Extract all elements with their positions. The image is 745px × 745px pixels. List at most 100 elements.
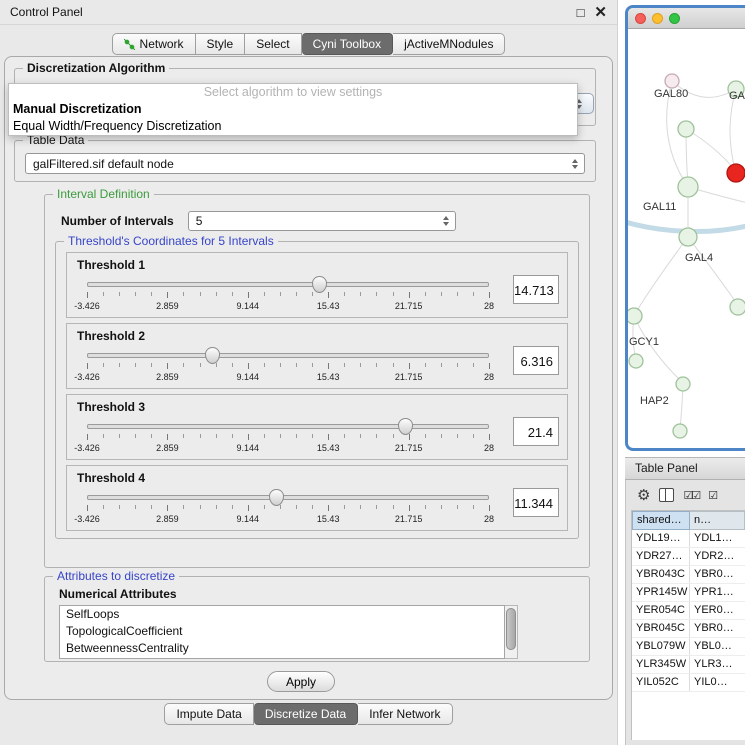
- tab-label: Discretize Data: [265, 707, 346, 721]
- table-row[interactable]: YPR145WYPR1…: [632, 584, 745, 602]
- table-row[interactable]: YER054CYER0…: [632, 602, 745, 620]
- table-row[interactable]: YIL052CYIL0…: [632, 674, 745, 692]
- table-body: YDL19…YDL1…YDR27…YDR2…YBR043CYBR0…YPR145…: [632, 530, 745, 692]
- algorithm-option[interactable]: Manual Discretization: [9, 101, 577, 118]
- combo-stepper-icon: [443, 216, 455, 226]
- tab-label: jActiveMNodules: [404, 37, 493, 51]
- tab-impute-data[interactable]: Impute Data: [164, 703, 253, 725]
- table-row[interactable]: YDR27…YDR2…: [632, 548, 745, 566]
- svg-text:GCY1: GCY1: [629, 336, 659, 348]
- table-row[interactable]: YLR345WYLR3…: [632, 656, 745, 674]
- tab-cyni-toolbox[interactable]: Cyni Toolbox: [302, 33, 393, 55]
- column-header[interactable]: n…: [690, 511, 745, 530]
- num-intervals-combo[interactable]: 5: [188, 211, 456, 231]
- dropdown-placeholder: Select algorithm to view settings: [9, 84, 577, 101]
- slider-scale: -3.4262.8599.14415.4321.71528: [87, 514, 489, 525]
- threshold-slider[interactable]: -3.4262.8599.14415.4321.71528: [75, 417, 501, 457]
- list-item[interactable]: BetweennessCentrality: [60, 640, 504, 657]
- close-traffic-light-icon[interactable]: [635, 13, 646, 24]
- algorithm-option[interactable]: Equal Width/Frequency Discretization: [9, 118, 577, 135]
- list-item[interactable]: SelfLoops: [60, 606, 504, 623]
- svg-text:GAL11: GAL11: [643, 201, 676, 213]
- selected-network-node[interactable]: [727, 164, 745, 182]
- slider-track[interactable]: [87, 495, 489, 500]
- table-row[interactable]: YBL079WYBL0…: [632, 638, 745, 656]
- table-cell: YDL19…: [632, 530, 690, 547]
- tab-network[interactable]: Network: [112, 33, 196, 55]
- table-cell: YDR2…: [690, 548, 745, 565]
- slider-track[interactable]: [87, 424, 489, 429]
- threshold-panel: Threshold 2 -3.4262.8599.14415.4321.7152…: [66, 323, 568, 389]
- threshold-label: Threshold 1: [77, 258, 559, 272]
- svg-text:GAL4: GAL4: [685, 252, 713, 264]
- table-panel-toolbar: ⚙ ☑☑ ☑: [626, 480, 745, 510]
- threshold-panel: Threshold 3 -3.4262.8599.14415.4321.7152…: [66, 394, 568, 460]
- threshold-value-field[interactable]: 21.4: [513, 417, 559, 446]
- toggle-columns-icon[interactable]: ☑: [708, 489, 716, 502]
- table-cell: YBR0…: [690, 620, 745, 637]
- numerical-attributes-title: Numerical Attributes: [59, 587, 589, 601]
- table-cell: YBR045C: [632, 620, 690, 637]
- table-cell: YIL052C: [632, 674, 690, 691]
- float-window-icon[interactable]: □: [577, 6, 585, 19]
- table-header-row: shared…n…: [632, 511, 745, 530]
- threshold-value-field[interactable]: 6.316: [513, 346, 559, 375]
- tab-jactivemnodules[interactable]: jActiveMNodules: [393, 33, 505, 55]
- threshold-value-field[interactable]: 14.713: [513, 275, 559, 304]
- list-scrollbar[interactable]: [505, 605, 518, 659]
- network-icon: [124, 39, 135, 50]
- group-title: Attributes to discretize: [53, 569, 179, 584]
- table-row[interactable]: YBR045CYBR0…: [632, 620, 745, 638]
- network-node: [678, 177, 698, 197]
- tab-infer-network[interactable]: Infer Network: [358, 703, 452, 725]
- table-row[interactable]: YDL19…YDL1…: [632, 530, 745, 548]
- zoom-traffic-light-icon[interactable]: [669, 13, 680, 24]
- minimize-traffic-light-icon[interactable]: [652, 13, 663, 24]
- interval-definition-group: Interval Definition Number of Intervals …: [44, 194, 590, 568]
- table-cell: YDL1…: [690, 530, 745, 547]
- table-data-combo[interactable]: galFiltered.sif default node: [25, 153, 585, 174]
- tab-label: Impute Data: [176, 707, 241, 721]
- numerical-attributes-list[interactable]: SelfLoopsTopologicalCoefficientBetweenne…: [59, 605, 505, 659]
- network-node: [673, 424, 687, 438]
- tab-label: Cyni Toolbox: [313, 37, 381, 51]
- select-columns-icon[interactable]: ☑☑: [683, 489, 699, 502]
- threshold-slider[interactable]: -3.4262.8599.14415.4321.71528: [75, 275, 501, 315]
- network-node: [665, 74, 679, 88]
- network-canvas[interactable]: GAL80 GA GAL11 GAL4 GCY1 HAP2: [628, 29, 745, 451]
- threshold-value-field[interactable]: 11.344: [513, 488, 559, 517]
- table-row[interactable]: YBR043CYBR0…: [632, 566, 745, 584]
- scrollbar-thumb[interactable]: [506, 608, 516, 650]
- bottom-tab-bar: Impute Data Discretize Data Infer Network: [0, 703, 617, 725]
- slider-thumb[interactable]: [398, 418, 413, 435]
- slider-scale: -3.4262.8599.14415.4321.71528: [87, 443, 489, 454]
- algorithm-options: Manual DiscretizationEqual Width/Frequen…: [9, 101, 577, 135]
- algorithm-dropdown-popup: Select algorithm to view settings Manual…: [8, 83, 578, 136]
- table-cell: YLR345W: [632, 656, 690, 673]
- columns-icon[interactable]: [659, 488, 674, 502]
- slider-thumb[interactable]: [269, 489, 284, 506]
- threshold-slider[interactable]: -3.4262.8599.14415.4321.71528: [75, 488, 501, 528]
- list-item[interactable]: TopologicalCoefficient: [60, 623, 504, 640]
- column-header[interactable]: shared…: [632, 511, 690, 530]
- close-icon[interactable]: ✕: [594, 6, 607, 19]
- thresholds-list: Threshold 1 -3.4262.8599.14415.4321.7152…: [64, 252, 570, 531]
- slider-ticks: [87, 292, 489, 299]
- table-panel: ⚙ ☑☑ ☑ shared…n… YDL19…YDL1…YDR27…YDR2…Y…: [625, 480, 745, 745]
- svg-text:GA: GA: [729, 90, 745, 102]
- threshold-slider[interactable]: -3.4262.8599.14415.4321.71528: [75, 346, 501, 386]
- tab-select[interactable]: Select: [245, 33, 301, 55]
- gear-icon[interactable]: ⚙: [637, 488, 650, 503]
- slider-thumb[interactable]: [312, 276, 327, 293]
- table-panel-header[interactable]: Table Panel: [625, 457, 745, 480]
- group-title: Interval Definition: [53, 187, 154, 202]
- attributes-group: Attributes to discretize Numerical Attri…: [44, 576, 590, 662]
- slider-track[interactable]: [87, 353, 489, 358]
- slider-track[interactable]: [87, 282, 489, 287]
- tab-style[interactable]: Style: [196, 33, 246, 55]
- apply-button[interactable]: Apply: [267, 671, 335, 692]
- slider-thumb[interactable]: [205, 347, 220, 364]
- slider-scale: -3.4262.8599.14415.4321.71528: [87, 301, 489, 312]
- tab-discretize-data[interactable]: Discretize Data: [254, 703, 358, 725]
- table-cell: YBR043C: [632, 566, 690, 583]
